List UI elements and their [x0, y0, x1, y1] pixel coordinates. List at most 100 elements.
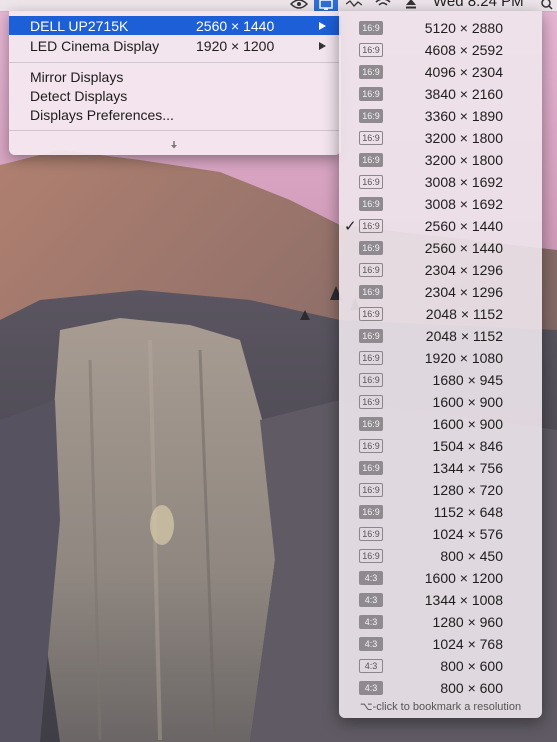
resolution-label: 800 × 600 [440, 680, 503, 696]
chevron-down-icon[interactable] [169, 137, 179, 149]
resolution-item[interactable]: 4:3 1344 × 1008 [339, 590, 542, 612]
resolution-label: 1504 × 846 [432, 438, 503, 454]
resolution-item[interactable]: 4:3 800 × 600 [339, 656, 542, 678]
wifi-icon[interactable] [372, 0, 394, 11]
menu-item-label: Mirror Displays [30, 68, 124, 85]
resolution-item[interactable]: 16:9 2048 × 1152 [339, 326, 542, 348]
aspect-ratio-badge: 16:9 [359, 483, 383, 497]
aspect-ratio-badge: 16:9 [359, 329, 383, 343]
resolution-label: 4096 × 2304 [424, 64, 503, 80]
resolution-label: 1680 × 945 [432, 372, 503, 388]
display-name: DELL UP2715K [30, 17, 129, 34]
resolution-item[interactable]: 16:9 4096 × 2304 [339, 62, 542, 84]
resolution-item[interactable]: 16:9 3200 × 1800 [339, 128, 542, 150]
aspect-ratio-badge: 16:9 [359, 263, 383, 277]
resolution-label: 2560 × 1440 [424, 218, 503, 234]
aspect-ratio-badge: 4:3 [359, 615, 383, 629]
resolution-item[interactable]: 16:9 2048 × 1152 [339, 304, 542, 326]
aspect-ratio-badge: 16:9 [359, 241, 383, 255]
resolution-item[interactable]: 16:9 3008 × 1692 [339, 194, 542, 216]
resolution-item[interactable]: 16:9 800 × 450 [339, 546, 542, 568]
aspect-ratio-badge: 16:9 [359, 197, 383, 211]
spotlight-search-icon[interactable] [539, 0, 555, 11]
resolution-item[interactable]: 16:9 1024 × 576 [339, 524, 542, 546]
resolution-item[interactable]: 16:9 1600 × 900 [339, 414, 542, 436]
resolution-item[interactable]: 16:9 1680 × 945 [339, 370, 542, 392]
menu-item-displays-preferences[interactable]: Displays Preferences... [9, 105, 341, 124]
menu-item-display-led-cinema[interactable]: LED Cinema Display 1920 × 1200 [9, 36, 341, 55]
aspect-ratio-badge: 16:9 [359, 373, 383, 387]
resolution-label: 800 × 450 [440, 548, 503, 564]
resolution-item[interactable]: 4:3 1280 × 960 [339, 612, 542, 634]
menu-separator [9, 62, 341, 63]
aspect-ratio-badge: 4:3 [359, 593, 383, 607]
aspect-ratio-badge: 16:9 [359, 153, 383, 167]
submenu-arrow-icon [319, 21, 326, 30]
resolution-item[interactable]: ✓ 16:9 2560 × 1440 [339, 216, 542, 238]
resolution-label: 1024 × 576 [432, 526, 503, 542]
resolution-label: 1344 × 1008 [424, 592, 503, 608]
resolution-item[interactable]: 16:9 1344 × 756 [339, 458, 542, 480]
activity-icon[interactable] [344, 0, 364, 11]
resolution-item[interactable]: 16:9 1920 × 1080 [339, 348, 542, 370]
resolution-label: 1600 × 1200 [424, 570, 503, 586]
nvidia-icon[interactable] [288, 0, 310, 11]
resolution-item[interactable]: 4:3 800 × 600 [339, 678, 542, 700]
resolution-item[interactable]: 16:9 3840 × 2160 [339, 84, 542, 106]
aspect-ratio-badge: 16:9 [359, 109, 383, 123]
checkmark-icon: ✓ [344, 218, 357, 235]
resolution-item[interactable]: 16:9 3360 × 1890 [339, 106, 542, 128]
resolution-item[interactable]: 4:3 1024 × 768 [339, 634, 542, 656]
menu-item-mirror-displays[interactable]: Mirror Displays [9, 67, 341, 86]
aspect-ratio-badge: 16:9 [359, 65, 383, 79]
resolution-label: 2048 × 1152 [425, 306, 503, 322]
resolution-label: 1920 × 1080 [424, 350, 503, 366]
aspect-ratio-badge: 16:9 [359, 461, 383, 475]
resolution-item[interactable]: 16:9 1152 × 648 [339, 502, 542, 524]
submenu-arrow-icon [319, 41, 326, 50]
resolution-label: 1280 × 720 [432, 482, 503, 498]
resolution-label: 2304 × 1296 [424, 284, 503, 300]
resolution-item[interactable]: 16:9 3008 × 1692 [339, 172, 542, 194]
aspect-ratio-badge: 16:9 [359, 131, 383, 145]
menu-item-display-dell[interactable]: DELL UP2715K 2560 × 1440 [9, 16, 341, 35]
aspect-ratio-badge: 4:3 [359, 681, 383, 695]
aspect-ratio-badge: 16:9 [359, 527, 383, 541]
resolution-item[interactable]: 16:9 1280 × 720 [339, 480, 542, 502]
resolution-item[interactable]: 16:9 2304 × 1296 [339, 260, 542, 282]
resolution-label: 1152 × 648 [433, 504, 503, 520]
eject-icon[interactable] [402, 0, 420, 11]
menu-item-label: Displays Preferences... [30, 106, 174, 123]
menu-item-detect-displays[interactable]: Detect Displays [9, 86, 341, 105]
aspect-ratio-badge: 16:9 [359, 505, 383, 519]
aspect-ratio-badge: 16:9 [359, 285, 383, 299]
resolution-label: 3360 × 1890 [424, 108, 503, 124]
resolution-item[interactable]: 16:9 5120 × 2880 [339, 18, 542, 40]
resolution-label: 3200 × 1800 [424, 130, 503, 146]
resolution-item[interactable]: 4:3 1600 × 1200 [339, 568, 542, 590]
resolution-label: 2048 × 1152 [425, 328, 503, 344]
resolution-label: 1280 × 960 [432, 614, 503, 630]
resolution-label: 1600 × 900 [432, 416, 503, 432]
display-resolution: 2560 × 1440 [196, 17, 275, 34]
resolution-label: 3008 × 1692 [424, 196, 503, 212]
aspect-ratio-badge: 4:3 [359, 637, 383, 651]
resolution-item[interactable]: 16:9 1600 × 900 [339, 392, 542, 414]
resolution-label: 4608 × 2592 [424, 42, 503, 58]
resolution-label: 3840 × 2160 [424, 86, 503, 102]
resolution-label: 1024 × 768 [432, 636, 503, 652]
aspect-ratio-badge: 4:3 [359, 571, 383, 585]
aspect-ratio-badge: 16:9 [359, 439, 383, 453]
resolution-item[interactable]: 16:9 2560 × 1440 [339, 238, 542, 260]
resolution-item[interactable]: 16:9 4608 × 2592 [339, 40, 542, 62]
aspect-ratio-badge: 16:9 [359, 219, 383, 233]
menubar-clock[interactable]: Wed 8:24 PM [433, 0, 524, 10]
resolution-label: 3008 × 1692 [424, 174, 503, 190]
resolution-item[interactable]: 16:9 3200 × 1800 [339, 150, 542, 172]
aspect-ratio-badge: 16:9 [359, 175, 383, 189]
display-menu-icon[interactable] [314, 0, 338, 11]
resolution-item[interactable]: 16:9 2304 × 1296 [339, 282, 542, 304]
displays-menu: DELL UP2715K 2560 × 1440 LED Cinema Disp… [9, 11, 341, 155]
resolution-item[interactable]: 16:9 1504 × 846 [339, 436, 542, 458]
aspect-ratio-badge: 16:9 [359, 351, 383, 365]
